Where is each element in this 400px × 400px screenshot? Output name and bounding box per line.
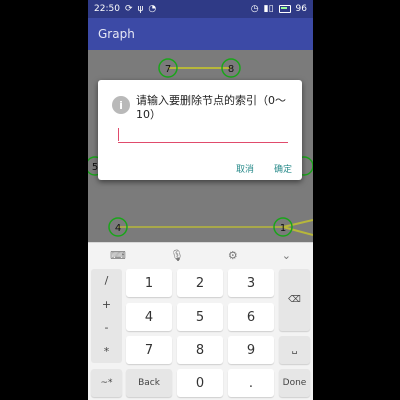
key-2[interactable]: 2: [177, 269, 223, 297]
numeric-keyboard: ⌨ 🎙 ⚙ ⌄ / + - * 1 2 3 ⌫ 4 5 6 7 8 9 ␣ ~*…: [88, 243, 313, 400]
key-4[interactable]: 4: [126, 303, 172, 331]
space-icon: ␣: [291, 345, 298, 355]
graph-edge: [282, 219, 313, 228]
key-5[interactable]: 5: [177, 303, 223, 331]
app-title: Graph: [98, 27, 135, 41]
status-bar: 22:50 ⟳ ψ ◔ ◷ ▮▯ 96: [88, 0, 313, 18]
key-6[interactable]: 6: [228, 303, 274, 331]
cancel-button[interactable]: 取消: [236, 162, 254, 175]
status-right: ◷ ▮▯ 96: [251, 4, 307, 14]
key-star[interactable]: *: [104, 345, 110, 358]
backspace-icon: ⌫: [288, 295, 301, 305]
key-plus[interactable]: +: [102, 298, 111, 311]
status-time: 22:50: [94, 4, 120, 14]
node-label: 8: [228, 64, 234, 75]
switch-symbols-key[interactable]: ~*: [91, 369, 122, 397]
node-index-input[interactable]: [118, 128, 288, 143]
key-3[interactable]: 3: [228, 269, 274, 297]
space-key[interactable]: ␣: [279, 336, 310, 364]
collapse-icon[interactable]: ⌄: [282, 249, 291, 262]
back-key[interactable]: Back: [126, 369, 172, 397]
signal-icon: ▮▯: [263, 4, 274, 14]
ok-button[interactable]: 确定: [274, 162, 292, 175]
status-left: 22:50 ⟳ ψ ◔: [94, 4, 156, 14]
mic-icon[interactable]: 🎙: [170, 249, 184, 262]
dialog-message: 请输入要删除节点的索引（0～10）: [136, 94, 286, 121]
key-7[interactable]: 7: [126, 336, 172, 364]
alarm-icon: ◷: [250, 4, 259, 14]
node-label: 1: [280, 223, 286, 234]
key-0[interactable]: 0: [177, 369, 223, 397]
battery-icon: [278, 5, 291, 13]
backspace-key[interactable]: ⌫: [279, 269, 310, 331]
key-dot[interactable]: .: [228, 369, 274, 397]
keyboard-icon[interactable]: ⌨: [110, 249, 126, 262]
node-label: 4: [115, 223, 121, 234]
key-slash[interactable]: /: [105, 274, 109, 287]
notification-icon: ◔: [148, 4, 157, 14]
node-label: 7: [165, 64, 171, 75]
key-9[interactable]: 9: [228, 336, 274, 364]
app-bar: Graph: [88, 18, 313, 50]
settings-icon[interactable]: ⚙: [228, 249, 238, 262]
delete-node-dialog: i 请输入要删除节点的索引（0～10） 取消 确定: [98, 80, 302, 180]
text-cursor: [118, 128, 119, 141]
done-key[interactable]: Done: [279, 369, 310, 397]
key-minus[interactable]: -: [105, 321, 109, 334]
symbol-column[interactable]: / + - *: [91, 269, 122, 363]
phone-screen: 22:50 ⟳ ψ ◔ ◷ ▮▯ 96 Graph 7 8 5 4 1 i 请输…: [88, 0, 313, 400]
info-icon: i: [112, 96, 130, 114]
sync-icon: ⟳: [124, 4, 133, 14]
usb-icon: ψ: [137, 4, 144, 14]
graph-edge: [282, 226, 313, 236]
battery-percent: 96: [295, 4, 307, 14]
key-8[interactable]: 8: [177, 336, 223, 364]
keyboard-toolbar: ⌨ 🎙 ⚙ ⌄: [88, 243, 313, 267]
key-1[interactable]: 1: [126, 269, 172, 297]
